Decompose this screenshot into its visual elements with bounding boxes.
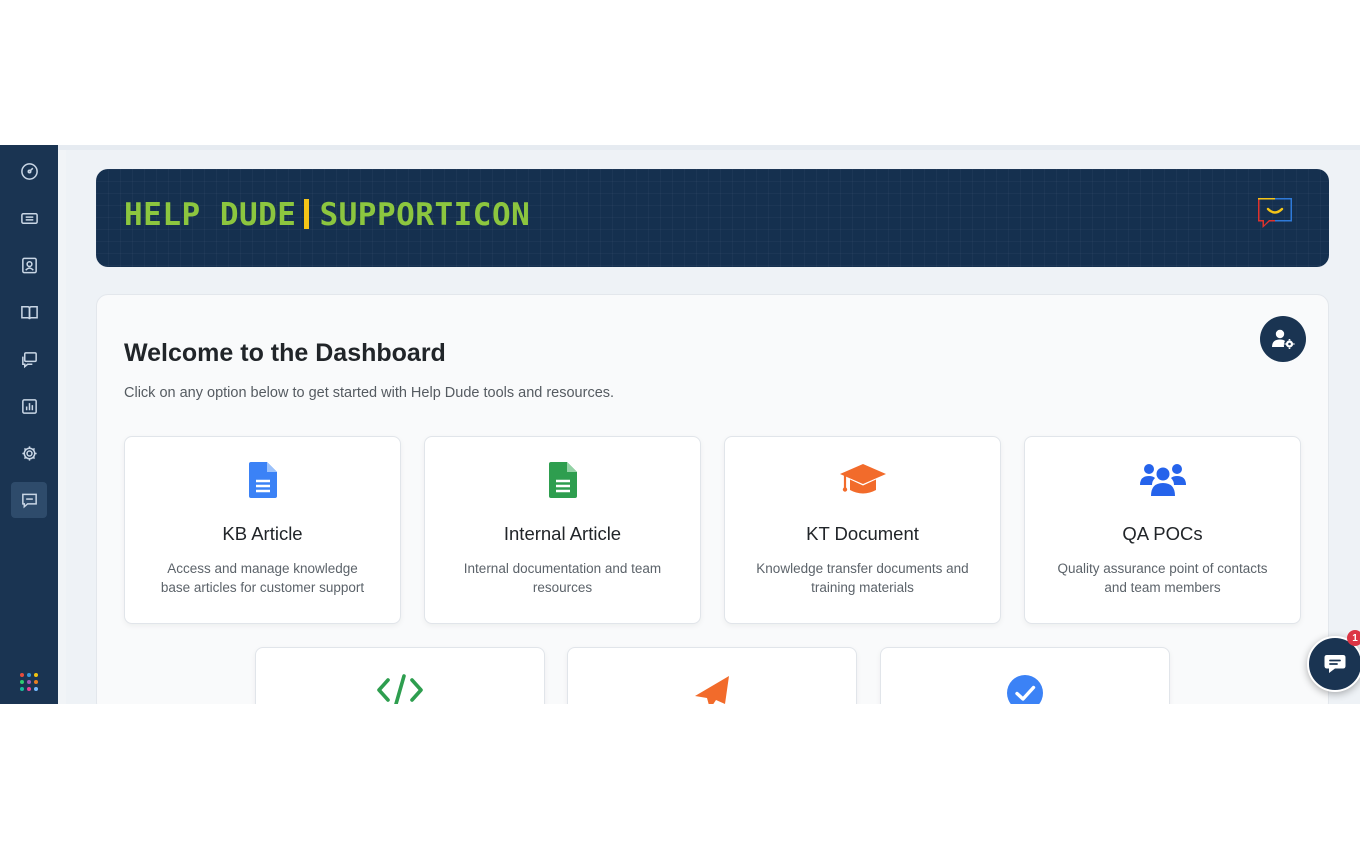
page-title: Welcome to the Dashboard [124, 339, 446, 367]
chat-notification-badge: 1 [1347, 630, 1360, 646]
dashboard-panel: Welcome to the Dashboard Click on any op… [96, 294, 1329, 704]
sidebar-item-reports[interactable] [11, 388, 47, 424]
sidebar-item-tickets[interactable] [11, 200, 47, 236]
card-kt-document[interactable]: KT Document Knowledge transfer documents… [724, 436, 1001, 624]
chat-icon [21, 493, 37, 508]
app-title: HELP DUDE SUPPORTICON [124, 197, 530, 233]
app-title-right: SUPPORTICON [319, 197, 531, 233]
sidebar-item-chat[interactable] [11, 482, 47, 518]
app-shell: HELP DUDESUPPORTICON Welcome to the Das [0, 145, 1360, 704]
card-kb-article[interactable]: KB Article Access and manage knowledge b… [124, 436, 401, 624]
book-icon [20, 305, 38, 319]
graduation-cap-icon [839, 464, 886, 494]
user-settings-button[interactable] [1260, 316, 1306, 362]
app-title-left: HELP DUDE [124, 197, 297, 233]
card-description: Access and manage knowledge base article… [160, 561, 365, 595]
paper-plane-icon [695, 676, 729, 704]
check-circle-icon [1007, 675, 1043, 704]
card-paper-plane[interactable] [567, 647, 857, 704]
card-title: QA POCs [1122, 523, 1203, 544]
document-icon [248, 462, 277, 498]
sidebar-item-settings[interactable] [11, 435, 47, 471]
card-description: Internal documentation and team resource… [463, 561, 662, 595]
sidebar [0, 145, 58, 704]
main-content: HELP DUDESUPPORTICON Welcome to the Das [66, 150, 1360, 704]
sidebar-item-contacts[interactable] [11, 247, 47, 283]
chat-logo-icon [1258, 198, 1292, 228]
sidebar-item-knowledge[interactable] [11, 294, 47, 330]
card-internal-article[interactable]: Internal Article Internal documentation … [424, 436, 701, 624]
card-description: Knowledge transfer documents and trainin… [756, 561, 969, 595]
title-separator [304, 199, 310, 229]
sidebar-item-dashboard[interactable] [11, 153, 47, 189]
gauge-icon [20, 162, 38, 180]
ticket-icon [20, 212, 38, 224]
card-title: KB Article [222, 523, 303, 544]
chat-bubble-icon [1324, 655, 1346, 673]
messages-icon [21, 351, 37, 368]
card-title: KT Document [806, 523, 919, 544]
header-banner: HELP DUDE SUPPORTICON [96, 169, 1329, 267]
apps-grid-icon[interactable] [20, 673, 38, 691]
card-title: Internal Article [503, 523, 622, 544]
card-check[interactable] [880, 647, 1170, 704]
bar-chart-icon [21, 398, 37, 414]
document-icon [548, 462, 577, 498]
contact-icon [21, 257, 37, 273]
code-icon [377, 674, 423, 704]
users-icon [1139, 464, 1186, 496]
card-code[interactable] [255, 647, 545, 704]
card-qa-pocs[interactable]: QA POCs Quality assurance point of conta… [1024, 436, 1301, 624]
sidebar-item-messages[interactable] [11, 341, 47, 377]
card-description: Quality assurance point of contacts and … [1057, 561, 1268, 595]
gear-icon [21, 445, 37, 461]
page-subtitle: Click on any option below to get started… [124, 385, 615, 401]
user-settings-icon [1272, 329, 1295, 349]
